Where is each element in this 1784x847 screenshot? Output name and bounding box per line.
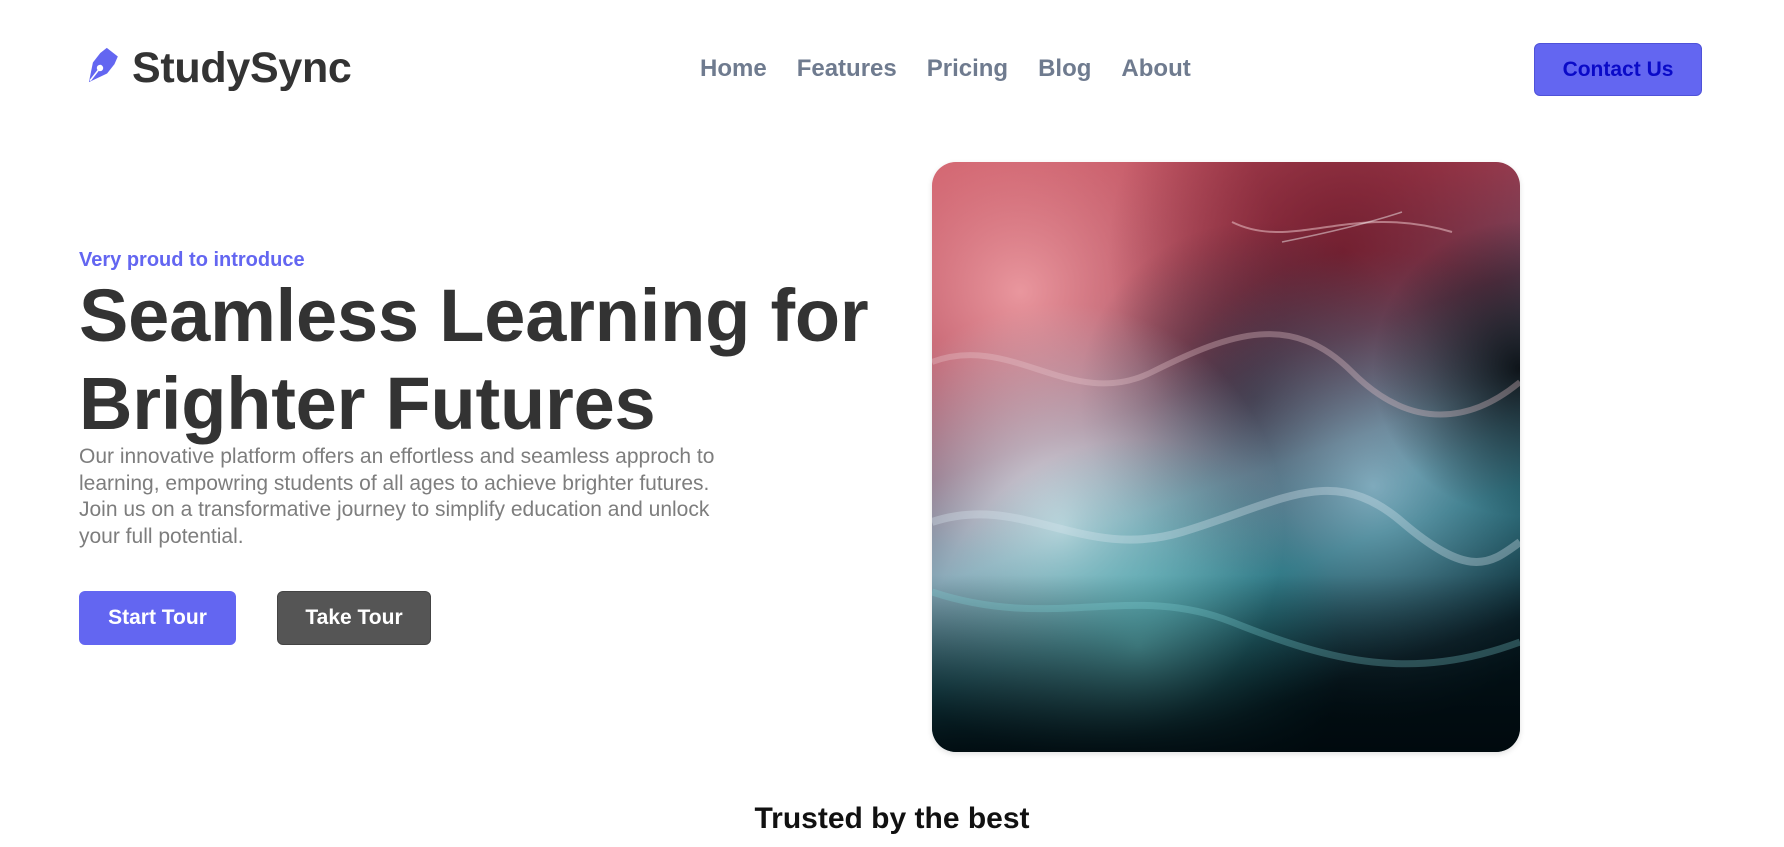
- contact-us-button[interactable]: Contact Us: [1534, 43, 1702, 96]
- brand-name: StudySync: [132, 44, 352, 92]
- start-tour-button[interactable]: Start Tour: [79, 591, 236, 645]
- trusted-heading: Trusted by the best: [754, 802, 1030, 835]
- main-nav: Home Features Pricing Blog About: [700, 52, 1191, 86]
- brand-logo[interactable]: StudySync: [79, 44, 352, 92]
- nav-link-pricing[interactable]: Pricing: [927, 52, 1008, 86]
- site-header: StudySync Home Features Pricing Blog Abo…: [0, 0, 1784, 140]
- nav-link-about[interactable]: About: [1121, 52, 1190, 86]
- hero-image: [932, 162, 1520, 752]
- nav-link-home[interactable]: Home: [700, 52, 767, 86]
- hero-title: Seamless Learning for Brighter Futures: [79, 274, 869, 445]
- pen-nib-icon: [79, 46, 121, 90]
- hero-eyebrow: Very proud to introduce: [79, 249, 305, 271]
- nav-link-features[interactable]: Features: [797, 52, 897, 86]
- nav-link-blog[interactable]: Blog: [1038, 52, 1091, 86]
- hero-description: Our innovative platform offers an effort…: [79, 445, 715, 548]
- take-tour-button[interactable]: Take Tour: [277, 591, 431, 645]
